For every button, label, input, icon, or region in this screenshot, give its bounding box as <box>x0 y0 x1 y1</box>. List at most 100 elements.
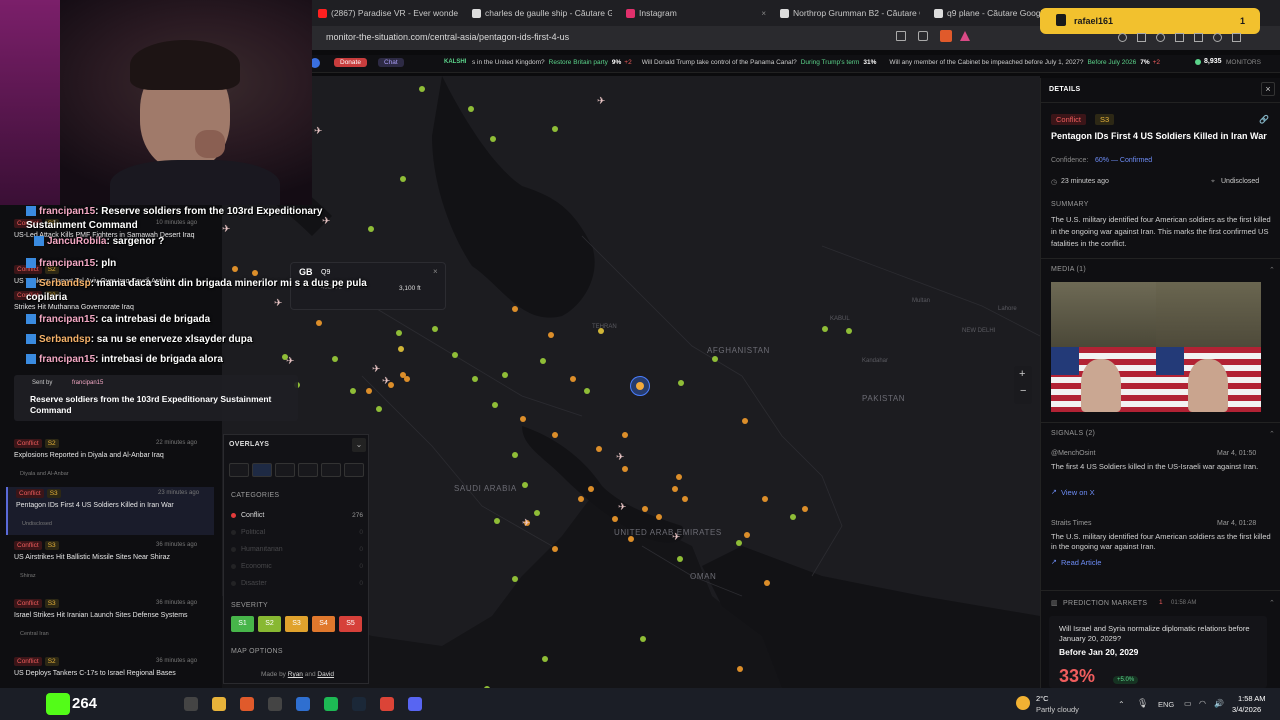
event-marker[interactable] <box>584 388 590 394</box>
store-icon[interactable] <box>296 697 310 711</box>
event-marker[interactable] <box>736 540 742 546</box>
event-marker[interactable] <box>542 656 548 662</box>
event-marker[interactable] <box>802 506 808 512</box>
category-row[interactable]: Humanitarian 0 <box>231 541 363 558</box>
event-marker[interactable] <box>468 106 474 112</box>
aircraft-icon[interactable]: ✈ <box>672 532 680 543</box>
rewards-icon[interactable] <box>960 31 970 41</box>
network-icon[interactable]: ▭ <box>1184 699 1192 708</box>
chrome-icon[interactable] <box>380 697 394 711</box>
event-marker[interactable] <box>642 506 648 512</box>
tray-chevron-icon[interactable]: ⌃ <box>1118 700 1125 709</box>
event-marker[interactable] <box>596 446 602 452</box>
file-explorer-icon[interactable] <box>212 697 226 711</box>
overlay-people-icon[interactable] <box>229 463 249 477</box>
popup-close-icon[interactable]: × <box>433 267 438 276</box>
language-indicator[interactable]: ENG <box>1158 700 1174 709</box>
overlay-dollar-icon[interactable] <box>298 463 318 477</box>
event-marker[interactable] <box>552 432 558 438</box>
event-marker[interactable] <box>737 666 743 672</box>
overlay-alert-icon[interactable] <box>321 463 341 477</box>
event-marker[interactable] <box>612 516 618 522</box>
event-marker[interactable] <box>744 532 750 538</box>
brave-icon[interactable] <box>240 697 254 711</box>
event-marker[interactable] <box>522 482 528 488</box>
event-marker[interactable] <box>676 474 682 480</box>
selected-event-marker[interactable] <box>630 376 650 396</box>
ticker-item[interactable]: Will any member of the Cabinet be impeac… <box>889 59 1160 66</box>
zoom-in-button[interactable]: + <box>1019 368 1025 380</box>
volume-icon[interactable]: 🔊 <box>1214 699 1224 708</box>
event-marker[interactable] <box>366 388 372 394</box>
event-marker[interactable] <box>376 406 382 412</box>
event-marker[interactable] <box>672 486 678 492</box>
brave-shield-icon[interactable] <box>940 30 952 42</box>
event-marker[interactable] <box>682 496 688 502</box>
aircraft-icon[interactable]: ✈ <box>522 518 530 529</box>
ticker-item[interactable]: Will Donald Trump take control of the Pa… <box>642 59 880 66</box>
category-row[interactable]: Economic 0 <box>231 558 363 575</box>
browser-tab[interactable]: Instagram × <box>626 4 766 22</box>
event-marker[interactable] <box>512 306 518 312</box>
event-marker[interactable] <box>790 514 796 520</box>
discord-icon[interactable] <box>408 697 422 711</box>
collapse-media-icon[interactable]: ⌃ <box>1269 266 1275 274</box>
event-marker[interactable] <box>598 328 604 334</box>
ticker-item[interactable]: s in the United Kingdom? Restore Britain … <box>472 59 632 66</box>
event-marker[interactable] <box>822 326 828 332</box>
severity-button[interactable]: S4 <box>312 616 335 632</box>
event-marker[interactable] <box>502 372 508 378</box>
event-marker[interactable] <box>452 352 458 358</box>
event-marker[interactable] <box>540 358 546 364</box>
event-marker[interactable] <box>492 402 498 408</box>
browser-tab[interactable]: q9 plane - Căutare Google× <box>934 4 1044 22</box>
event-marker[interactable] <box>350 388 356 394</box>
browser-tab[interactable]: Northrop Grumman B2 - Căutare Go× <box>780 4 920 22</box>
event-marker[interactable] <box>628 536 634 542</box>
feed-item[interactable]: Conflict S3 36 minutes ago US Airstrikes Hi… <box>6 539 214 587</box>
event-marker[interactable] <box>622 432 628 438</box>
feed-item[interactable]: Conflict S2 22 minutes ago Explosions Repor… <box>6 437 214 485</box>
clock-time[interactable]: 1:58 AM <box>1238 694 1266 703</box>
clock-date[interactable]: 3/4/2026 <box>1232 705 1261 714</box>
event-marker[interactable] <box>419 86 425 92</box>
event-marker[interactable] <box>512 576 518 582</box>
event-marker[interactable] <box>742 418 748 424</box>
event-marker[interactable] <box>552 126 558 132</box>
bookmark-icon[interactable] <box>918 31 928 41</box>
browser-tab[interactable]: charles de gaulle ship - Căutare Goo× <box>472 4 612 22</box>
menu-icon[interactable] <box>1232 33 1241 42</box>
screen-cast-icon[interactable] <box>896 31 906 41</box>
event-marker[interactable] <box>494 518 500 524</box>
event-marker[interactable] <box>512 452 518 458</box>
category-row[interactable]: Disaster 0 <box>231 575 363 592</box>
severity-button[interactable]: S5 <box>339 616 362 632</box>
donate-button[interactable]: Donate <box>334 58 367 67</box>
overlay-flight-icon[interactable] <box>252 463 272 477</box>
zoom-out-button[interactable]: − <box>1020 385 1026 397</box>
wallet-icon[interactable] <box>1194 33 1203 42</box>
chat-button[interactable]: Chat <box>378 58 404 67</box>
aircraft-icon[interactable]: ✈ <box>382 376 390 387</box>
event-marker[interactable] <box>548 332 554 338</box>
event-marker[interactable] <box>432 326 438 332</box>
event-marker[interactable] <box>622 466 628 472</box>
author-link-2[interactable]: David <box>317 671 334 678</box>
event-marker[interactable] <box>846 328 852 334</box>
close-details-button[interactable]: × <box>1261 82 1275 96</box>
event-marker[interactable] <box>678 380 684 386</box>
spotify-icon[interactable] <box>324 697 338 711</box>
collapse-signals-icon[interactable]: ⌃ <box>1269 430 1275 438</box>
search-icon[interactable] <box>184 697 198 711</box>
sidebar-icon[interactable] <box>1175 33 1184 42</box>
mic-icon[interactable]: 🎙 <box>1137 698 1148 709</box>
market-card[interactable]: Will Israel and Syria normalize diplomat… <box>1049 616 1267 688</box>
event-marker[interactable] <box>490 136 496 142</box>
steam-icon[interactable] <box>352 697 366 711</box>
wifi-icon[interactable]: ◠ <box>1199 699 1206 708</box>
event-marker[interactable] <box>588 486 594 492</box>
aircraft-icon[interactable]: ✈ <box>618 502 626 513</box>
event-marker[interactable] <box>520 416 526 422</box>
url-text[interactable]: monitor-the-situation.com/central-asia/p… <box>326 32 569 42</box>
event-marker[interactable] <box>534 510 540 516</box>
